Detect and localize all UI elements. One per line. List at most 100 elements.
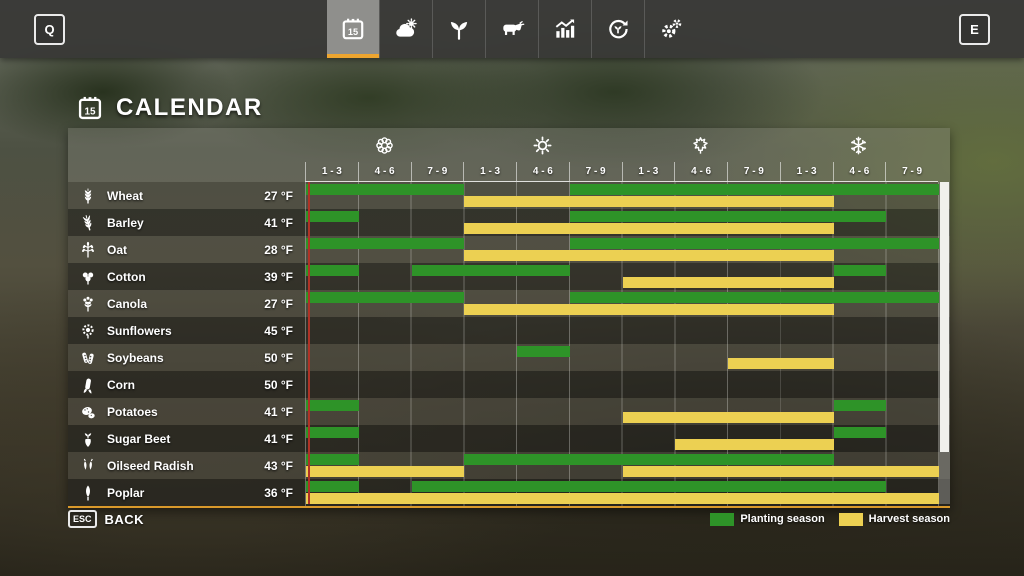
key-hint-esc[interactable]: ESC	[68, 510, 97, 528]
sugar-beet-icon	[78, 430, 98, 448]
crop-season-bars	[305, 209, 939, 236]
production-icon	[605, 16, 631, 42]
season-icons-row	[305, 129, 938, 162]
tab-animals[interactable]	[485, 0, 538, 58]
oat-icon	[78, 241, 98, 259]
period-label: 4 - 6	[358, 162, 411, 181]
calendar-icon: 15	[76, 94, 104, 122]
crop-name: Oat	[107, 243, 127, 257]
period-label: 4 - 6	[516, 162, 569, 181]
menu-top-bar: Q 15 E	[0, 0, 1024, 58]
crop-name: Oilseed Radish	[107, 459, 194, 473]
wheat-icon	[78, 187, 98, 205]
calendar-row[interactable]: Cotton 39 °F	[68, 263, 950, 290]
legend-label: Planting season	[740, 513, 824, 525]
tab-weather[interactable]	[379, 0, 432, 58]
calendar-row[interactable]: Wheat27 °F	[68, 182, 950, 209]
crop-label-cell: Sugar Beet41 °F	[68, 425, 305, 452]
sun-icon	[531, 134, 554, 157]
current-day-marker	[308, 182, 310, 504]
crop-name: Sunflowers	[107, 324, 172, 338]
crop-min-temp: 50 °F	[264, 378, 305, 392]
canola-icon	[78, 295, 98, 313]
potatoes-icon	[78, 403, 98, 421]
tab-finances[interactable]	[538, 0, 591, 58]
harvest-bar	[306, 466, 464, 477]
scrollbar-track[interactable]	[939, 182, 950, 504]
harvest-bar	[675, 439, 833, 450]
tab-production[interactable]	[591, 0, 644, 58]
crop-label-cell: Cotton 39 °F	[68, 263, 305, 290]
crop-season-bars	[305, 479, 939, 506]
scrollbar-thumb[interactable]	[940, 182, 949, 452]
legend-label: Harvest season	[869, 513, 950, 525]
footer-bar: ESC BACK Planting season Harvest season	[68, 510, 950, 528]
maple-leaf-icon	[689, 134, 712, 157]
crop-min-temp: 43 °F	[264, 459, 305, 473]
calendar-row[interactable]: Corn50 °F	[68, 371, 950, 398]
harvest-bar	[623, 277, 834, 288]
calendar-panel: 1 - 34 - 67 - 91 - 34 - 67 - 91 - 34 - 6…	[68, 128, 950, 508]
period-label: 7 - 9	[885, 162, 938, 181]
tab-settings[interactable]	[644, 0, 697, 58]
crop-season-bars	[305, 290, 939, 317]
calendar-row[interactable]: Soybeans50 °F	[68, 344, 950, 371]
game-screen: Q 15 E 15 CALENDAR 1 - 34 - 67 - 91 - 34…	[0, 0, 1024, 576]
calendar-row[interactable]: Sugar Beet41 °F	[68, 425, 950, 452]
corn-icon	[78, 376, 98, 394]
finances-icon	[552, 16, 578, 42]
crop-label-cell: Potatoes41 °F	[68, 398, 305, 425]
period-label: 7 - 9	[727, 162, 780, 181]
calendar-row[interactable]: Poplar36 °F	[68, 479, 950, 506]
harvest-bar	[464, 223, 833, 234]
planting-bar	[517, 346, 570, 357]
period-label: 1 - 3	[622, 162, 675, 181]
tab-calendar[interactable]: 15	[327, 0, 379, 58]
topbar-tabs: 15	[327, 0, 697, 58]
harvest-bar	[623, 412, 834, 423]
crop-name: Poplar	[107, 486, 144, 500]
crop-name: Potatoes	[107, 405, 158, 419]
crop-label-cell: Soybeans50 °F	[68, 344, 305, 371]
calendar-row[interactable]: Potatoes41 °F	[68, 398, 950, 425]
cotton-icon	[78, 268, 98, 286]
page-title: CALENDAR	[116, 94, 263, 122]
crop-name: Soybeans	[107, 351, 164, 365]
settings-icon	[658, 16, 684, 42]
period-label: 7 - 9	[569, 162, 622, 181]
tab-crops[interactable]	[432, 0, 485, 58]
crop-name: Cotton	[107, 270, 146, 284]
planting-bar	[412, 481, 887, 492]
planting-bar	[834, 265, 887, 276]
crop-season-bars	[305, 236, 939, 263]
crop-min-temp: 39 °F	[264, 270, 305, 284]
planting-bar	[412, 265, 570, 276]
crop-name: Wheat	[107, 189, 143, 203]
crop-min-temp: 45 °F	[264, 324, 305, 338]
oilseed-radish-icon	[78, 457, 98, 475]
planting-bar	[570, 292, 939, 303]
calendar-row[interactable]: Sunflowers 45 °F	[68, 317, 950, 344]
crop-label-cell: Sunflowers 45 °F	[68, 317, 305, 344]
crop-label-cell: Canola27 °F	[68, 290, 305, 317]
calendar-row[interactable]: Oilseed Radish 43 °F	[68, 452, 950, 479]
planting-bar	[570, 184, 939, 195]
planting-bar	[570, 211, 887, 222]
legend-swatch	[839, 513, 863, 526]
period-label: 4 - 6	[833, 162, 886, 181]
legend-item: Planting season	[710, 513, 824, 526]
key-hint-q[interactable]: Q	[34, 14, 65, 45]
back-button[interactable]: BACK	[105, 512, 145, 527]
calendar-row[interactable]: Barley41 °F	[68, 209, 950, 236]
calendar-row[interactable]: Canola27 °F	[68, 290, 950, 317]
period-label: 1 - 3	[780, 162, 833, 181]
chart-legend: Planting season Harvest season	[710, 513, 950, 526]
crops-icon	[446, 16, 472, 42]
weather-icon	[393, 16, 419, 42]
period-labels: 1 - 34 - 67 - 91 - 34 - 67 - 91 - 34 - 6…	[305, 162, 938, 182]
planting-bar	[464, 454, 833, 465]
calendar-row[interactable]: Oat28 °F	[68, 236, 950, 263]
planting-bar	[306, 292, 464, 303]
key-hint-e[interactable]: E	[959, 14, 990, 45]
animals-icon	[499, 16, 525, 42]
